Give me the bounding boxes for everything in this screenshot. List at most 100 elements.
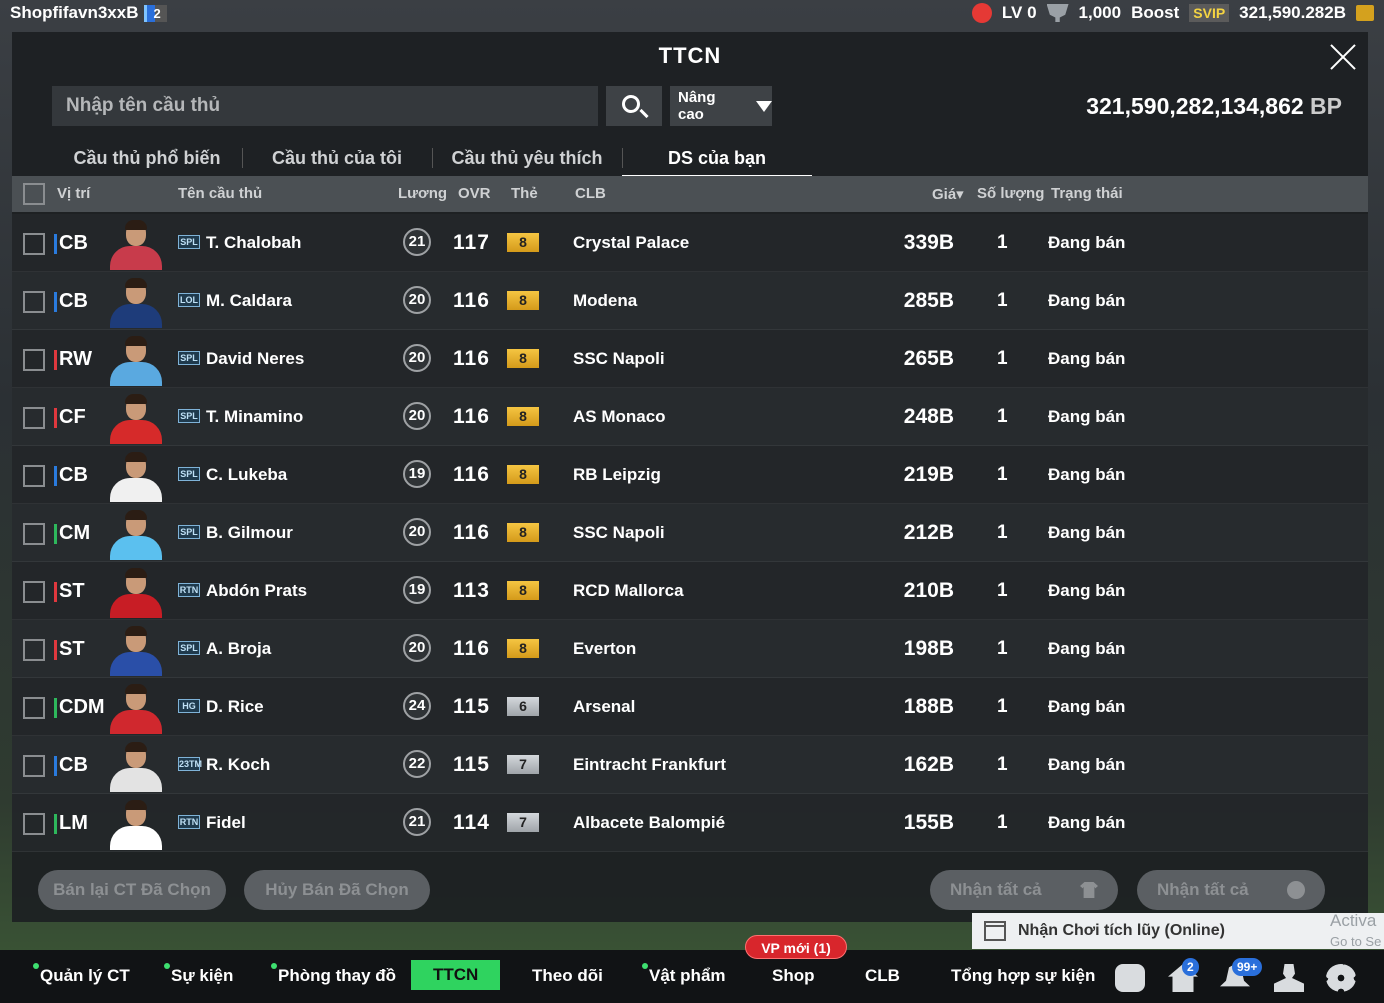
nav-shop[interactable]: Shop (772, 966, 815, 986)
claim-all-bp-button[interactable]: Nhận tất cả (1137, 870, 1325, 910)
player-salary: 20 (403, 344, 431, 372)
player-avatar (108, 392, 164, 444)
nav-event-summary[interactable]: Tổng hợp sự kiện (951, 966, 1095, 986)
nav-watchlist[interactable]: Theo dõi (532, 966, 603, 986)
row-checkbox[interactable] (23, 233, 45, 255)
player-ovr: 116 (453, 347, 490, 370)
player-row[interactable]: CDM HG D. Rice 24 115 6 Arsenal 188B 1 Đ… (12, 678, 1368, 736)
player-quantity: 1 (997, 580, 1008, 601)
row-checkbox[interactable] (23, 291, 45, 313)
advanced-filter-dropdown[interactable]: Nâng cao (670, 86, 772, 126)
player-price: 248B (903, 405, 954, 428)
player-row[interactable]: ST RTN Abdón Prats 19 113 8 RCD Mallorca… (12, 562, 1368, 620)
player-name[interactable]: D. Rice (206, 697, 264, 717)
row-checkbox[interactable] (23, 697, 45, 719)
row-checkbox[interactable] (23, 523, 45, 545)
nav-manage-players[interactable]: Quản lý CT (33, 963, 130, 986)
tab-popular-players[interactable]: Cầu thủ phổ biến (52, 140, 242, 176)
player-row[interactable]: CB SPL C. Lukeba 19 116 8 RB Leipzig 219… (12, 446, 1368, 504)
boost-label: Boost (1131, 3, 1180, 22)
header-price-sort[interactable]: Giá▾ (932, 185, 964, 203)
player-quantity: 1 (997, 232, 1008, 253)
player-name[interactable]: David Neres (206, 349, 304, 369)
player-name[interactable]: C. Lukeba (206, 465, 287, 485)
player-row[interactable]: LM RTN Fidel 21 114 7 Albacete Balompié … (12, 794, 1368, 852)
player-name[interactable]: B. Gilmour (206, 523, 293, 543)
player-row[interactable]: CF SPL T. Minamino 20 116 8 AS Monaco 24… (12, 388, 1368, 446)
nav-transfer-market[interactable]: TTCN (411, 960, 501, 990)
player-ovr: 115 (453, 753, 490, 776)
search-button[interactable] (606, 86, 662, 126)
player-name[interactable]: Fidel (206, 813, 246, 833)
player-name[interactable]: M. Caldara (206, 291, 292, 311)
player-salary: 21 (403, 228, 431, 256)
player-row[interactable]: ST SPL A. Broja 20 116 8 Everton 198B 1 … (12, 620, 1368, 678)
player-name[interactable]: Abdón Prats (206, 581, 307, 601)
tab-favorite-players[interactable]: Cầu thủ yêu thích (432, 140, 622, 176)
cancel-selected-button[interactable]: Hủy Bán Đã Chọn (244, 870, 430, 910)
svip-badge: SVIP (1189, 4, 1230, 22)
player-row[interactable]: CB 23TM R. Koch 22 115 7 Eintracht Frank… (12, 736, 1368, 794)
resell-selected-button[interactable]: Bán lại CT Đã Chọn (38, 870, 226, 910)
select-all-checkbox[interactable] (23, 183, 45, 205)
player-status: Đang bán (1048, 813, 1126, 832)
player-row[interactable]: CB SPL T. Chalobah 21 117 8 Crystal Pala… (12, 214, 1368, 272)
player-position: CB (54, 290, 88, 313)
player-position: CB (54, 464, 88, 487)
row-checkbox[interactable] (23, 465, 45, 487)
notification-text: Nhận Chơi tích lũy (Online) (1018, 922, 1225, 939)
player-club: Albacete Balompié (573, 813, 726, 832)
bp-total: 321,590,282,134,862 BP (1086, 93, 1342, 120)
advanced-filter-label: Nâng cao (678, 89, 716, 123)
row-checkbox[interactable] (23, 639, 45, 661)
player-name[interactable]: A. Broja (206, 639, 271, 659)
window-title-bar: TTCN (12, 32, 1368, 80)
player-status: Đang bán (1048, 465, 1126, 484)
player-name[interactable]: R. Koch (206, 755, 270, 775)
nav-events[interactable]: Sự kiện (164, 963, 233, 986)
chat-icon[interactable] (1115, 964, 1145, 992)
player-salary: 19 (403, 576, 431, 604)
player-name[interactable]: T. Chalobah (206, 233, 301, 253)
header-card: Thẻ (511, 185, 538, 202)
row-checkbox[interactable] (23, 813, 45, 835)
nav-items[interactable]: Vật phẩm (642, 963, 726, 986)
season-icon: HG (178, 699, 200, 713)
row-checkbox[interactable] (23, 349, 45, 371)
player-row[interactable]: CB LOL M. Caldara 20 116 8 Modena 285B 1… (12, 272, 1368, 330)
player-name[interactable]: T. Minamino (206, 407, 303, 427)
close-icon[interactable] (1328, 42, 1358, 72)
tab-bar: Cầu thủ phổ biến Cầu thủ của tôi Cầu thủ… (52, 140, 852, 178)
player-club: SSC Napoli (573, 523, 665, 542)
player-quantity: 1 (997, 406, 1008, 427)
player-salary: 20 (403, 634, 431, 662)
player-club: Eintracht Frankfurt (573, 755, 727, 774)
player-row[interactable]: CM SPL B. Gilmour 20 116 8 SSC Napoli 21… (12, 504, 1368, 562)
nav-club[interactable]: CLB (865, 966, 900, 986)
player-avatar (108, 218, 164, 270)
row-checkbox[interactable] (23, 755, 45, 777)
nav-locker-room[interactable]: Phòng thay đồ (271, 963, 397, 986)
bell-badge: 99+ (1232, 958, 1263, 976)
player-quantity: 1 (997, 348, 1008, 369)
claim-all-kits-button[interactable]: Nhận tất cả (930, 870, 1118, 910)
tab-my-players[interactable]: Cầu thủ của tôi (242, 140, 432, 176)
card-grade-badge: 8 (507, 465, 539, 484)
player-ovr: 116 (453, 463, 490, 486)
gear-icon[interactable] (1326, 964, 1356, 992)
nav-label: Phòng thay đồ (278, 966, 397, 985)
header-name: Tên cầu thủ (178, 185, 263, 202)
search-input[interactable] (52, 86, 598, 126)
player-row[interactable]: RW SPL David Neres 20 116 8 SSC Napoli 2… (12, 330, 1368, 388)
online-reward-notification[interactable]: Nhận Chơi tích lũy (Online) (972, 913, 1384, 949)
level-icon (971, 3, 992, 23)
row-checkbox[interactable] (23, 407, 45, 429)
coin-icon (1287, 881, 1305, 899)
player-ovr: 116 (453, 637, 490, 660)
player-club: SSC Napoli (573, 349, 665, 368)
tab-your-list[interactable]: DS của bạn (622, 140, 812, 178)
player-quantity: 1 (997, 638, 1008, 659)
player-salary: 20 (403, 518, 431, 546)
row-checkbox[interactable] (23, 581, 45, 603)
player-price: 155B (903, 811, 954, 834)
